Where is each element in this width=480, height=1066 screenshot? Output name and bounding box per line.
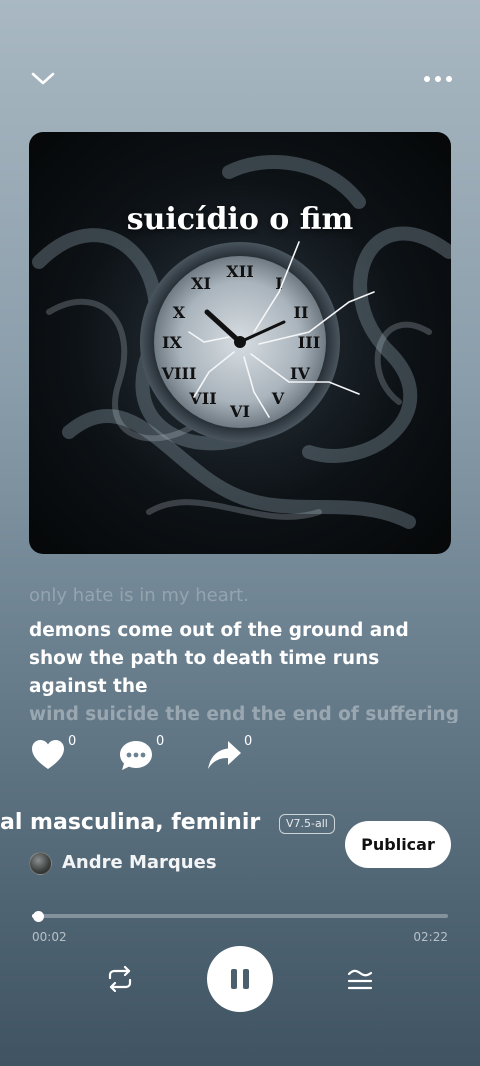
top-bar [0,60,480,96]
lyric-previous-line: only hate is in my heart. [29,585,249,606]
repeat-icon[interactable] [104,965,136,993]
progress-thumb[interactable] [32,911,44,922]
elapsed-time: 00:02 [32,930,67,944]
share-icon [208,741,241,769]
progress-track [32,914,448,918]
like-button[interactable]: 0 [30,734,80,774]
svg-text:X: X [173,303,186,322]
more-icon[interactable] [422,64,454,94]
share-button[interactable]: 0 [206,734,256,774]
chevron-down-icon[interactable] [28,64,58,94]
version-badge: V7.5-all [279,814,335,834]
svg-text:III: III [298,333,320,352]
svg-text:VI: VI [229,402,250,421]
like-count: 0 [68,734,77,749]
svg-text:VII: VII [188,389,216,408]
comment-icon [120,741,152,770]
playback-controls [0,945,480,1015]
svg-text:IV: IV [290,364,310,383]
lyric-next-line: wind suicide the end the end of sufferin… [29,704,459,723]
share-count: 0 [244,734,253,749]
comment-count: 0 [156,734,165,749]
total-time: 02:22 [413,930,448,944]
avatar[interactable] [29,852,52,875]
song-style-tags: al masculina, feminir [0,810,261,835]
svg-text:V: V [271,389,285,408]
artist-name[interactable]: Andre Marques [62,852,217,873]
svg-text:XI: XI [191,274,211,293]
publish-button[interactable]: Publicar [345,821,451,868]
pause-button[interactable] [207,946,273,1012]
cover-title: suicídio o fim [126,202,354,237]
lyric-current-line: demons come out of the ground and show t… [29,620,409,697]
pause-icon [231,969,249,989]
lyrics-panel[interactable]: only hate is in my heart. demons come ou… [29,585,459,723]
progress-slider[interactable] [32,910,448,922]
heart-icon [32,740,64,769]
cover-art: XII I II III IV V VI VII VIII IX X XI su… [29,132,451,554]
cover-illustration: XII I II III IV V VI VII VIII IX X XI [32,155,451,529]
comment-button[interactable]: 0 [118,734,168,774]
svg-text:XII: XII [226,262,253,281]
svg-text:II: II [294,303,309,322]
svg-text:VIII: VIII [161,364,197,383]
action-bar: 0 0 0 [0,734,480,778]
queue-icon[interactable] [346,965,374,993]
svg-text:IX: IX [162,333,182,352]
